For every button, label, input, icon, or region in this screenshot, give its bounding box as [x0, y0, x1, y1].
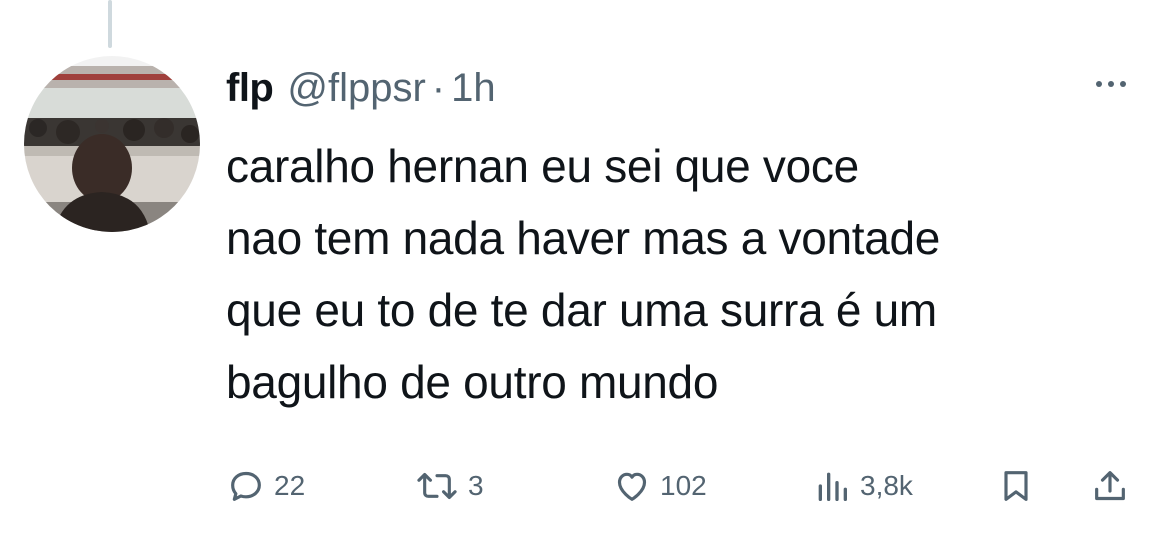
views-icon: [812, 466, 852, 506]
retweet-button[interactable]: 3: [414, 462, 484, 510]
share-button[interactable]: [1090, 462, 1130, 510]
more-icon: [1096, 81, 1126, 87]
more-options-button[interactable]: [1089, 70, 1133, 98]
reply-icon: [226, 466, 266, 506]
tweet-text: caralho hernan eu sei que voce nao tem n…: [226, 140, 941, 408]
bookmark-icon: [996, 466, 1036, 506]
author-handle[interactable]: @flppsr: [287, 62, 425, 114]
views-count: 3,8k: [860, 470, 913, 501]
retweet-count: 3: [468, 470, 484, 501]
tweet-header: flp @flppsr · 1h: [226, 62, 496, 114]
views-button[interactable]: 3,8k: [812, 462, 913, 510]
timestamp[interactable]: 1h: [451, 62, 496, 114]
avatar-image: [24, 56, 200, 232]
avatar[interactable]: [24, 56, 200, 232]
heart-icon: [612, 466, 652, 506]
reply-button[interactable]: 22: [226, 462, 305, 510]
like-button[interactable]: 102: [612, 462, 707, 510]
author-name[interactable]: flp: [226, 62, 274, 114]
reply-count: 22: [274, 470, 306, 501]
thread-connector-line: [108, 0, 112, 48]
bookmark-button[interactable]: [996, 462, 1036, 510]
separator-dot: ·: [431, 66, 446, 110]
like-count: 102: [660, 470, 707, 501]
tweet-actions: 22 3 102 3,8k: [226, 462, 1146, 510]
retweet-icon: [414, 466, 460, 506]
share-icon: [1090, 466, 1130, 506]
